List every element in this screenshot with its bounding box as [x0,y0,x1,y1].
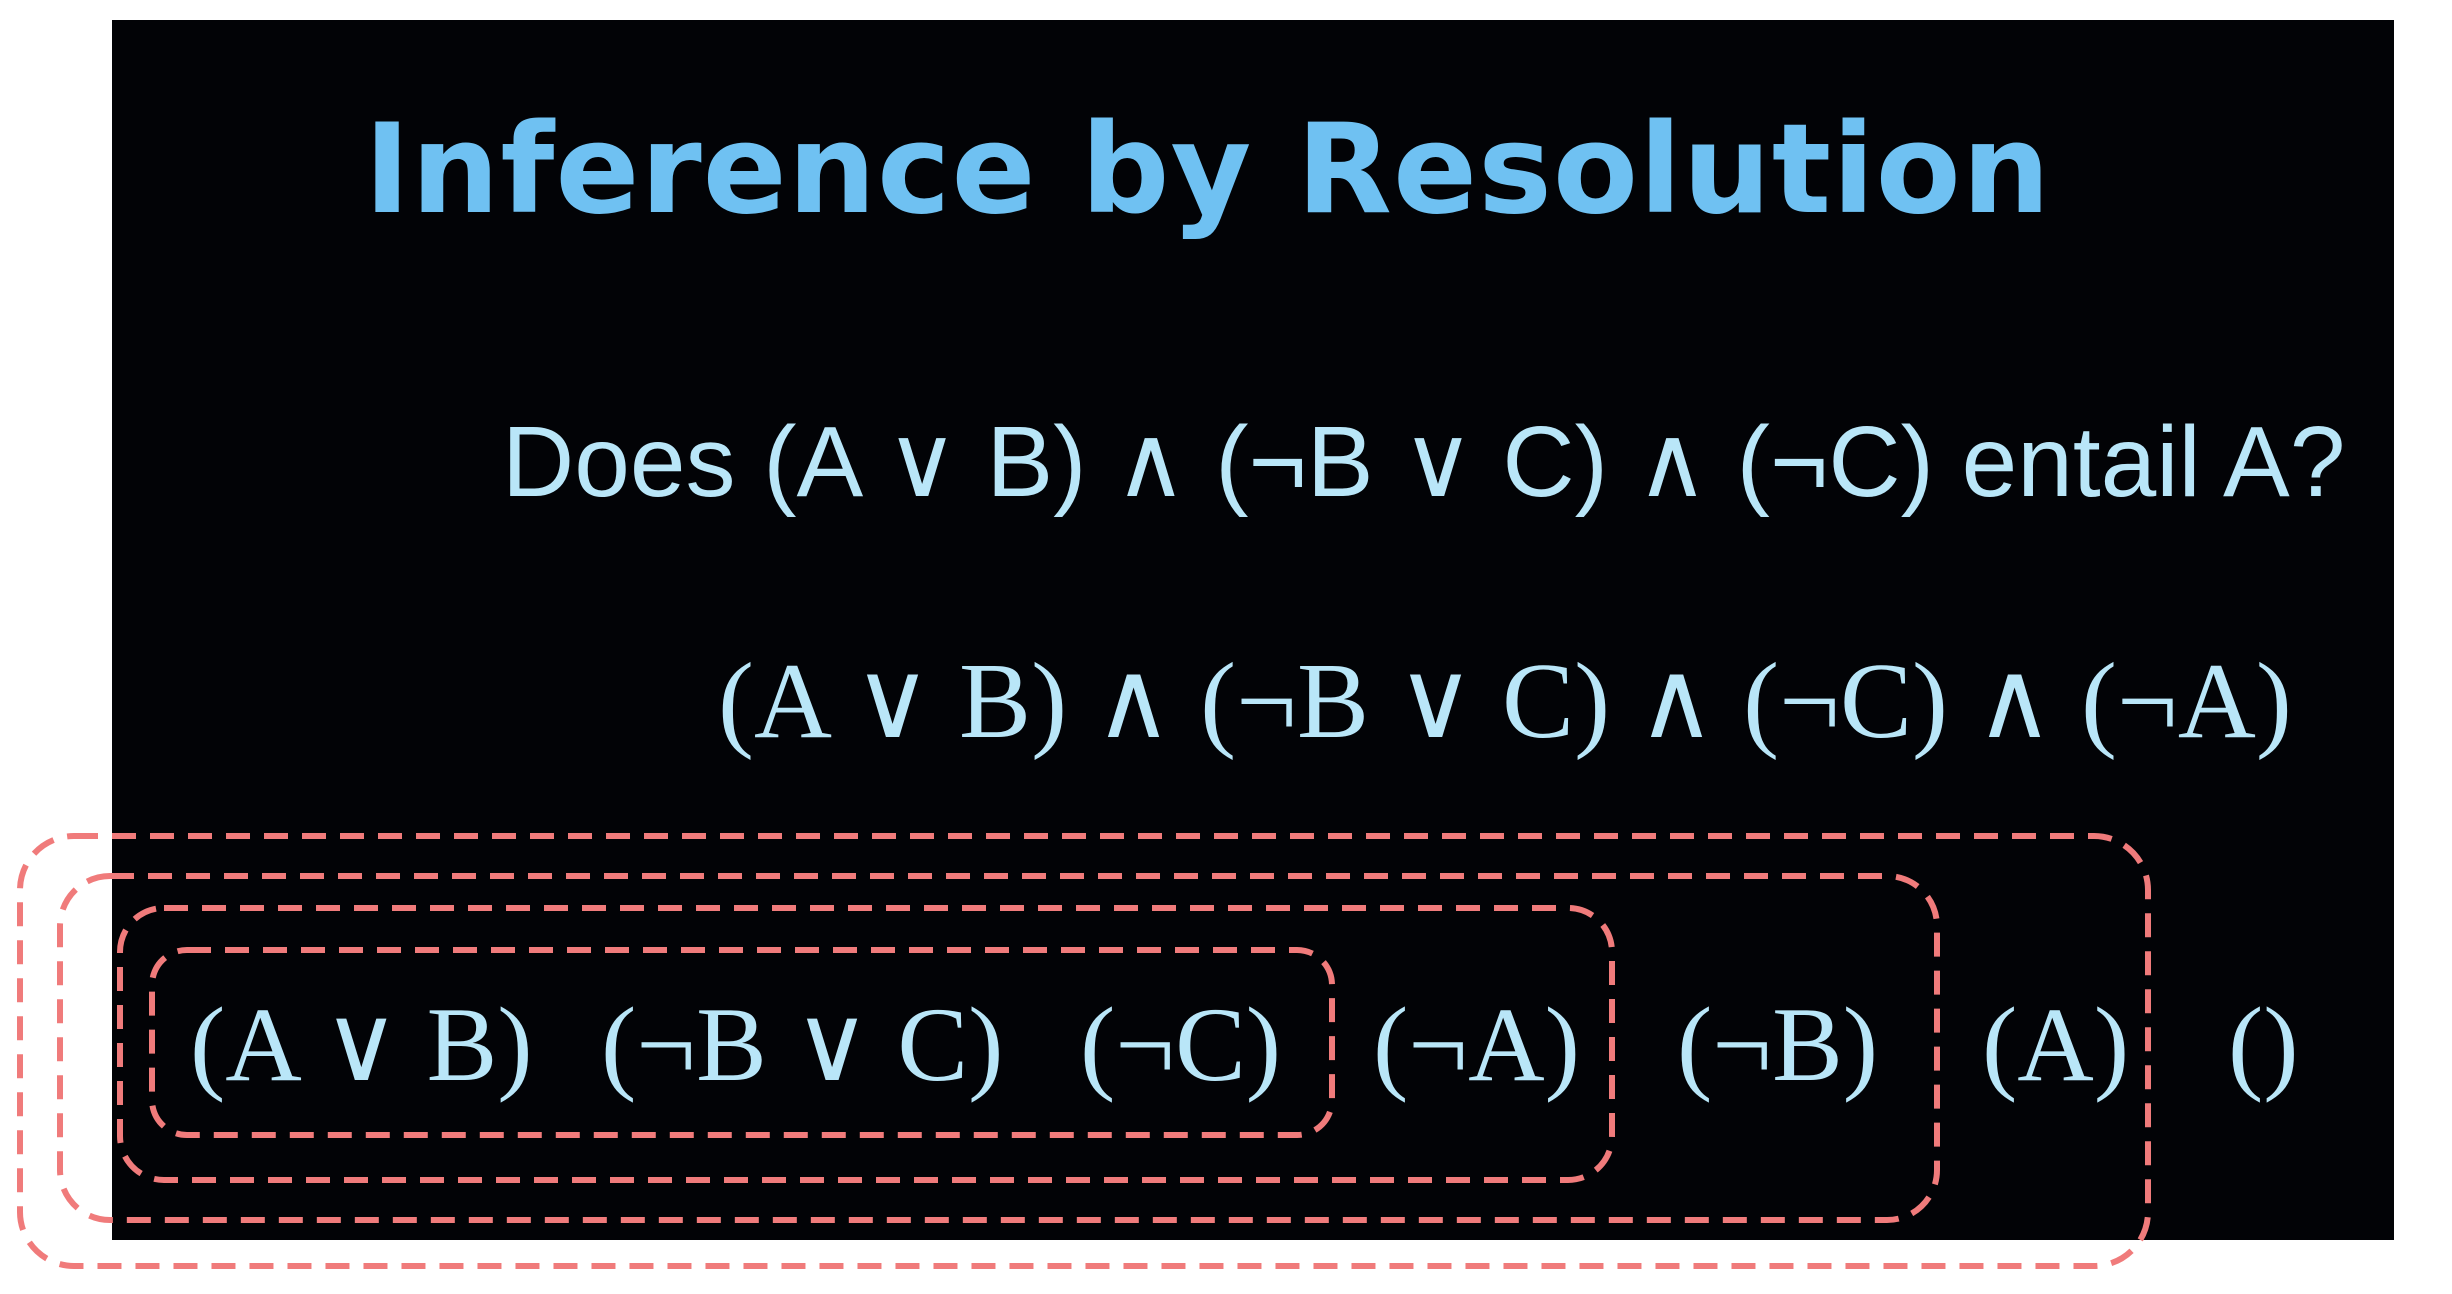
clause-not-a: (¬A) [1373,986,1580,1103]
negated-expression: (A ∨ B) ∧ (¬B ∨ C) ∧ (¬C) ∧ (¬A) [718,642,2292,761]
clause-a: (A) [1982,986,2130,1103]
clause-a-or-b: (A ∨ B) [190,986,533,1103]
slide-title: Inference by Resolution [364,98,2052,242]
canvas: Inference by Resolution Does (A ∨ B) ∧ (… [0,0,2452,1294]
clause-empty: () [2228,986,2299,1103]
clause-not-b: (¬B) [1677,986,1879,1103]
clause-not-b-or-c: (¬B ∨ C) [601,986,1004,1103]
question-text: Does (A ∨ B) ∧ (¬B ∨ C) ∧ (¬C) entail A? [502,406,2346,518]
slide: Inference by Resolution Does (A ∨ B) ∧ (… [112,20,2394,1240]
clause-not-c: (¬C) [1080,986,1282,1103]
